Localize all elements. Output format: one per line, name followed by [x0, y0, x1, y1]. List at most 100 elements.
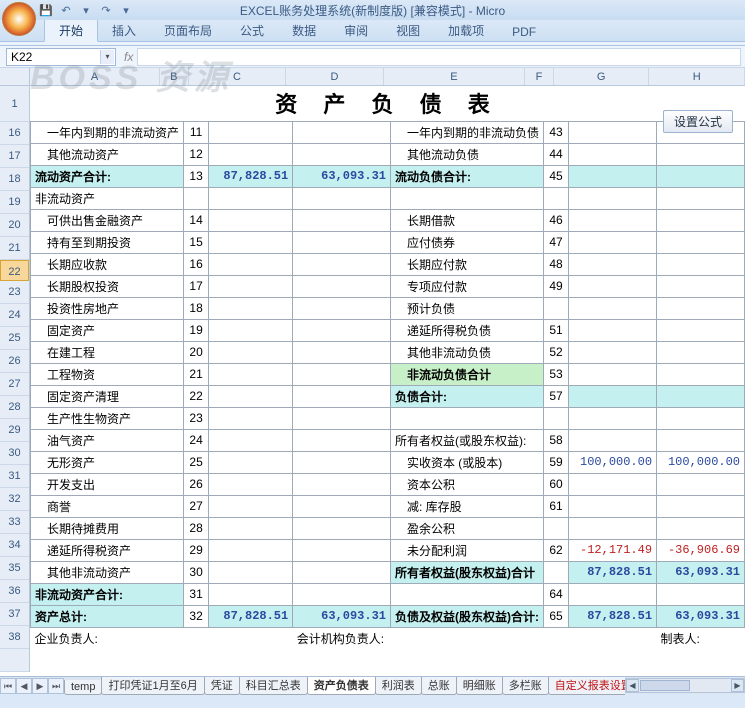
cell-asset-name[interactable]: 资产总计: — [31, 605, 184, 627]
cell-asset-row[interactable]: 28 — [184, 517, 209, 539]
cell-liab-begin[interactable] — [657, 275, 745, 297]
cell-liab-begin[interactable] — [657, 165, 745, 187]
ribbon-tab-开始[interactable]: 开始 — [44, 18, 98, 42]
row-header-30[interactable]: 30 — [0, 442, 29, 465]
col-header-D[interactable]: D — [286, 68, 384, 85]
cell-asset-name[interactable]: 投资性房地产 — [31, 297, 184, 319]
row-header-35[interactable]: 35 — [0, 557, 29, 580]
cell-asset-begin[interactable] — [293, 473, 391, 495]
row-header-38[interactable]: 38 — [0, 626, 29, 649]
cell-asset-end[interactable] — [209, 429, 293, 451]
cell-liab-row[interactable] — [543, 407, 568, 429]
cell-liab-begin[interactable] — [657, 253, 745, 275]
cell-liab-name[interactable] — [390, 407, 543, 429]
cell-liab-end[interactable] — [569, 495, 657, 517]
cell-liab-end[interactable] — [569, 275, 657, 297]
cell-asset-row[interactable]: 16 — [184, 253, 209, 275]
cell-liab-row[interactable]: 52 — [543, 341, 568, 363]
cell-liab-name[interactable]: 负债及权益(股东权益)合计: — [390, 605, 543, 627]
cell-liab-begin[interactable] — [657, 495, 745, 517]
cell-liab-end[interactable] — [569, 121, 657, 143]
ribbon-tab-视图[interactable]: 视图 — [382, 19, 434, 41]
cell-liab-row[interactable]: 44 — [543, 143, 568, 165]
cell-liab-row[interactable]: 59 — [543, 451, 568, 473]
cell-asset-name[interactable]: 持有至到期投资 — [31, 231, 184, 253]
cell-asset-row[interactable]: 20 — [184, 341, 209, 363]
cell-liab-end[interactable] — [569, 341, 657, 363]
cell-asset-begin[interactable] — [293, 495, 391, 517]
cell-liab-name[interactable]: 流动负债合计: — [390, 165, 543, 187]
scroll-left-icon[interactable]: ◀ — [626, 679, 639, 692]
cell-liab-row[interactable]: 48 — [543, 253, 568, 275]
sheet-tab-打印凭证1月至6月[interactable]: 打印凭证1月至6月 — [101, 677, 204, 695]
row-header-29[interactable]: 29 — [0, 419, 29, 442]
cell-asset-row[interactable]: 12 — [184, 143, 209, 165]
cell-liab-end[interactable] — [569, 319, 657, 341]
ribbon-tab-插入[interactable]: 插入 — [98, 19, 150, 41]
cell-liab-begin[interactable] — [657, 385, 745, 407]
cell-liab-end[interactable] — [569, 209, 657, 231]
ribbon-tab-公式[interactable]: 公式 — [226, 19, 278, 41]
cell-asset-row[interactable]: 32 — [184, 605, 209, 627]
cell-liab-name[interactable]: 一年内到期的非流动负债 — [390, 121, 543, 143]
row-header-27[interactable]: 27 — [0, 373, 29, 396]
cell-asset-name[interactable]: 长期应收款 — [31, 253, 184, 275]
cell-asset-end[interactable] — [209, 407, 293, 429]
row-headers[interactable]: 1161718192021222324252627282930313233343… — [0, 86, 30, 672]
cell-liab-row[interactable]: 46 — [543, 209, 568, 231]
cell-liab-end[interactable] — [569, 187, 657, 209]
cell-asset-name[interactable]: 生产性生物资产 — [31, 407, 184, 429]
cell-liab-row[interactable]: 64 — [543, 583, 568, 605]
cell-asset-begin[interactable] — [293, 539, 391, 561]
cell-asset-name[interactable]: 油气资产 — [31, 429, 184, 451]
cell-asset-begin[interactable] — [293, 583, 391, 605]
cell-asset-begin[interactable] — [293, 561, 391, 583]
cell-liab-row[interactable]: 62 — [543, 539, 568, 561]
cell-asset-name[interactable]: 长期待摊费用 — [31, 517, 184, 539]
col-header-A[interactable]: A — [30, 68, 160, 85]
tab-nav-next-icon[interactable]: ▶ — [32, 678, 48, 694]
cell-asset-name[interactable]: 可供出售金融资产 — [31, 209, 184, 231]
col-header-E[interactable]: E — [384, 68, 525, 85]
cell-liab-row[interactable]: 49 — [543, 275, 568, 297]
cell-liab-row[interactable] — [543, 297, 568, 319]
cell-asset-end[interactable] — [209, 209, 293, 231]
row-header-19[interactable]: 19 — [0, 191, 29, 214]
cell-asset-end[interactable] — [209, 473, 293, 495]
cell-liab-name[interactable]: 非流动负债合计 — [390, 363, 543, 385]
col-header-G[interactable]: G — [554, 68, 650, 85]
cell-liab-name[interactable] — [390, 583, 543, 605]
row-header-23[interactable]: 23 — [0, 281, 29, 304]
sheet-tab-资产负债表[interactable]: 资产负债表 — [307, 677, 376, 695]
cell-liab-begin[interactable] — [657, 341, 745, 363]
cell-asset-end[interactable] — [209, 231, 293, 253]
cell-liab-name[interactable]: 负债合计: — [390, 385, 543, 407]
ribbon-tab-审阅[interactable]: 审阅 — [330, 19, 382, 41]
row-header-1[interactable]: 1 — [0, 86, 29, 122]
cell-asset-row[interactable]: 15 — [184, 231, 209, 253]
cell-asset-begin[interactable] — [293, 517, 391, 539]
cell-asset-begin[interactable] — [293, 451, 391, 473]
save-icon[interactable]: 💾 — [38, 2, 54, 18]
sheet-tab-自定义报表设置演示[interactable]: 自定义报表设置演示 — [548, 677, 625, 695]
tab-nav-first-icon[interactable]: ⏮ — [0, 678, 16, 694]
cell-asset-end[interactable] — [209, 385, 293, 407]
cell-liab-row[interactable] — [543, 187, 568, 209]
redo-icon[interactable]: ↷ — [98, 2, 114, 18]
cell-liab-name[interactable]: 盈余公积 — [390, 517, 543, 539]
cell-liab-end[interactable]: 87,828.51 — [569, 561, 657, 583]
ribbon-tab-数据[interactable]: 数据 — [278, 19, 330, 41]
cell-asset-begin[interactable] — [293, 407, 391, 429]
cell-asset-row[interactable]: 27 — [184, 495, 209, 517]
cell-asset-name[interactable]: 流动资产合计: — [31, 165, 184, 187]
cell-liab-begin[interactable] — [657, 143, 745, 165]
cell-liab-begin[interactable] — [657, 473, 745, 495]
sheet-tab-多栏账[interactable]: 多栏账 — [502, 677, 549, 695]
cell-asset-row[interactable]: 17 — [184, 275, 209, 297]
cell-liab-row[interactable]: 57 — [543, 385, 568, 407]
cell-liab-begin[interactable] — [657, 231, 745, 253]
cell-asset-name[interactable]: 一年内到期的非流动资产 — [31, 121, 184, 143]
cell-liab-begin[interactable] — [657, 187, 745, 209]
sheet-tab-明细账[interactable]: 明细账 — [456, 677, 503, 695]
cell-liab-name[interactable]: 长期借款 — [390, 209, 543, 231]
